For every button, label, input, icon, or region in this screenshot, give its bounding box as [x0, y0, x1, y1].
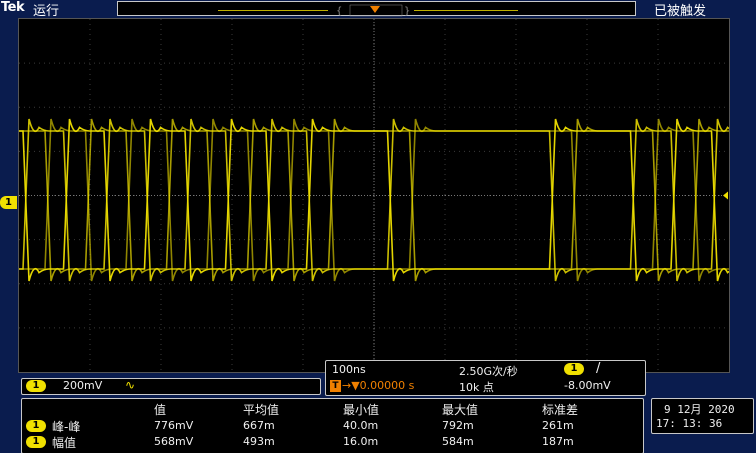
row2-min: 16.0m: [343, 435, 379, 448]
channel-1-level-marker[interactable]: 1: [0, 196, 17, 209]
top-status-bar: Tek 运行 { } 已被触发: [0, 0, 756, 19]
trigger-source-badge: 1: [564, 363, 584, 375]
row1-mean: 667m: [243, 419, 275, 432]
trigger-slope-icon: /: [596, 361, 601, 376]
header-value: 值: [154, 403, 167, 417]
svg-text:}: }: [404, 6, 410, 17]
row2-channel-badge: 1: [26, 436, 46, 448]
measurement-table[interactable]: 值 平均值 最小值 最大值 标准差 1 峰-峰 776mV 667m 40.0m…: [21, 398, 644, 453]
channel-marker-label: 1: [5, 197, 12, 208]
row2-mean: 493m: [243, 435, 275, 448]
record-length: 10k 点: [459, 381, 494, 394]
oscilloscope-display: Tek 运行 { } 已被触发 T 1 1 200mV ∿ 100ns: [0, 0, 756, 453]
row1-value: 776mV: [154, 419, 194, 432]
trigger-position: →▼0.00000 s: [342, 379, 415, 392]
brand-logo: Tek: [1, 0, 25, 15]
row2-max: 584m: [442, 435, 474, 448]
row1-channel-badge: 1: [26, 420, 46, 432]
channel-1-scale-readout[interactable]: 1 200mV ∿: [21, 378, 321, 395]
trigger-t-icon: T: [330, 380, 341, 392]
trigger-level: -8.00mV: [564, 379, 611, 392]
header-max: 最大值: [442, 403, 479, 417]
horizontal-trigger-readout[interactable]: 100ns 2.50G次/秒 1 / T →▼0.00000 s 10k 点 -…: [325, 360, 646, 396]
sample-rate: 2.50G次/秒: [459, 365, 518, 378]
header-std: 标准差: [542, 403, 579, 417]
svg-text:{: {: [336, 6, 342, 17]
row1-min: 40.0m: [343, 419, 379, 432]
row2-name: 幅值: [52, 436, 77, 450]
date-label: 9 12月 2020: [664, 403, 735, 416]
row1-max: 792m: [442, 419, 474, 432]
channel-1-offset-indicator: [723, 191, 728, 200]
record-view-bar[interactable]: { }: [117, 1, 636, 17]
waveform-screen[interactable]: [18, 18, 730, 373]
time-label: 17: 13: 36: [656, 417, 723, 430]
row2-std: 187m: [542, 435, 574, 448]
channel-1-badge: 1: [26, 380, 46, 392]
row1-std: 261m: [542, 419, 574, 432]
header-mean: 平均值: [243, 403, 280, 417]
row2-value: 568mV: [154, 435, 194, 448]
row1-name: 峰-峰: [52, 420, 81, 434]
time-per-div: 100ns: [332, 363, 366, 376]
coupling-icon: ∿: [125, 378, 136, 392]
waveform-graphic: [19, 19, 729, 372]
trigger-state-label: 已被触发: [653, 4, 706, 19]
run-state-label[interactable]: 运行: [33, 0, 59, 19]
datetime-readout: 9 12月 2020 17: 13: 36: [651, 398, 754, 434]
header-min: 最小值: [343, 403, 380, 417]
channel-1-volts-per-div: 200mV: [63, 379, 103, 392]
record-view-graphic: { }: [218, 4, 518, 17]
